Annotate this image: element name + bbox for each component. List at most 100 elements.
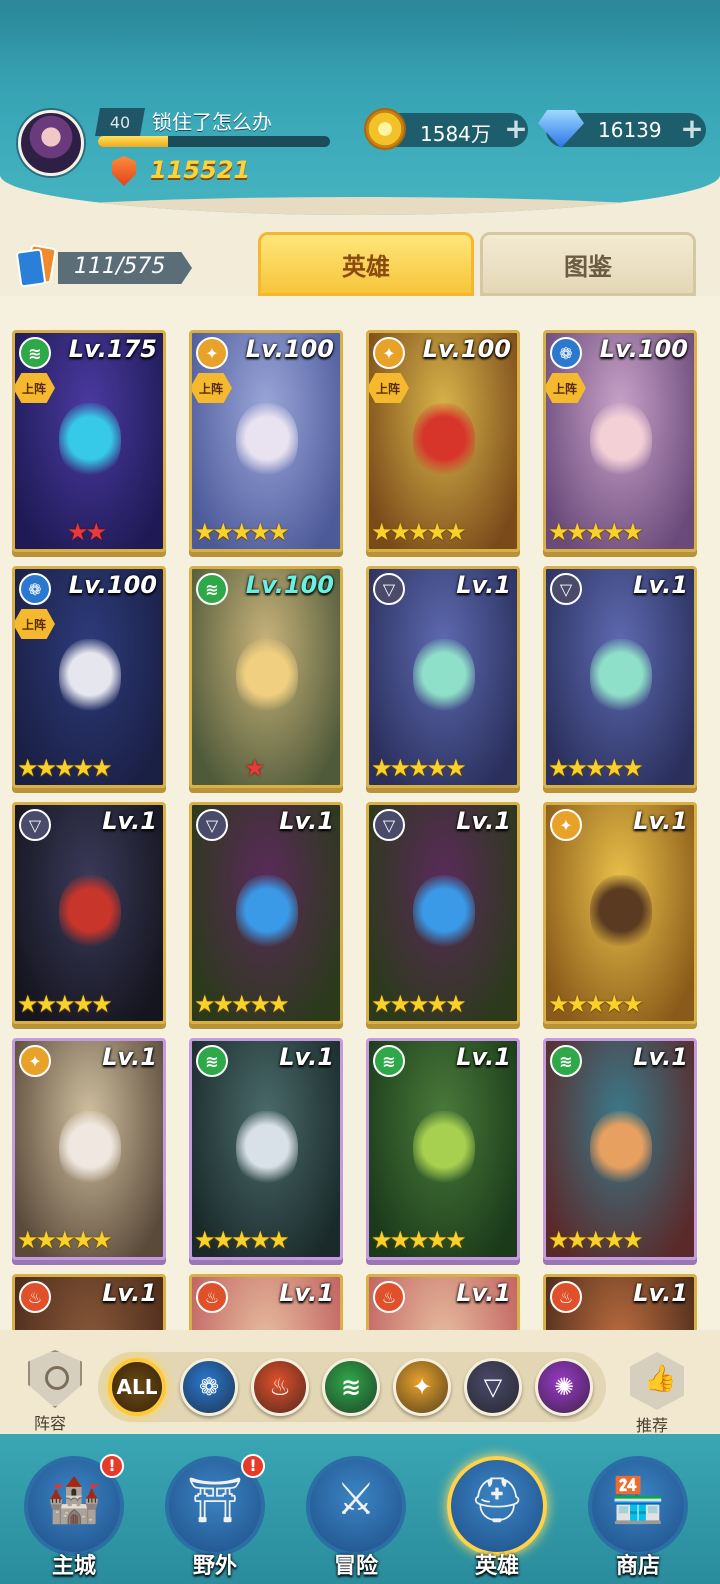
hero-level: Lv.100	[599, 335, 688, 363]
hero-card[interactable]: ✦ Lv.1 ★★★★★	[12, 1038, 166, 1260]
hero-card[interactable]: ❁ Lv.100 上阵 ★★★★★	[543, 330, 697, 552]
gold-coin-icon	[364, 108, 406, 150]
light-faction-icon: ✦	[373, 337, 405, 369]
star-rating: ★★★★★	[371, 990, 467, 1018]
light-filter-icon[interactable]: ✦	[393, 1358, 451, 1416]
light-faction-icon: ✦	[19, 1045, 51, 1077]
hero-card[interactable]: ♨ Lv.1	[12, 1274, 166, 1330]
hero-card[interactable]: ♨ Lv.1	[189, 1274, 343, 1330]
tab-heroes[interactable]: 英雄	[258, 232, 474, 296]
hero-card[interactable]: ▽ Lv.1 ★★★★★	[366, 802, 520, 1024]
nav-helmet[interactable]: ⛑ 英雄	[437, 1446, 557, 1584]
light-faction-icon: ✦	[196, 337, 228, 369]
lineup-button[interactable]: 阵容	[20, 1350, 88, 1433]
hero-card[interactable]: ≋ Lv.1 ★★★★★	[366, 1038, 520, 1260]
wind-filter-icon[interactable]: ≋	[322, 1358, 380, 1416]
castle-icon: 🏰	[46, 1475, 102, 1526]
hero-card[interactable]: ▽ Lv.1 ★★★★★	[366, 566, 520, 788]
xp-bar-fill	[98, 136, 168, 147]
thumbs-up-icon: 👍	[630, 1352, 684, 1410]
light-faction-icon: ✦	[550, 809, 582, 841]
gem-value: 16139	[598, 118, 662, 142]
lineup-label: 阵容	[34, 1414, 67, 1433]
deployed-badge: 上阵	[15, 609, 55, 639]
hero-card[interactable]: ♨ Lv.1	[543, 1274, 697, 1330]
star-rating: ★★★★★	[194, 990, 290, 1018]
hero-card[interactable]: ≋ Lv.1 ★★★★★	[543, 1038, 697, 1260]
deployed-badge: 上阵	[15, 373, 55, 403]
add-gems-button[interactable]: +	[679, 115, 705, 143]
star-rating: ★★★★★	[548, 518, 644, 546]
nav-label: 冒险	[333, 1554, 378, 1579]
fire-faction-icon: ♨	[373, 1281, 405, 1313]
hero-card[interactable]: ❁ Lv.100 上阵 ★★★★★	[12, 566, 166, 788]
alert-badge-icon: !	[241, 1454, 265, 1478]
power-value: 115521	[150, 156, 251, 184]
hero-level: Lv.1	[102, 807, 157, 835]
star-rating: ★★★★★	[194, 1226, 290, 1254]
dark-filter-icon[interactable]: ▽	[464, 1358, 522, 1416]
hero-card[interactable]: ≋ Lv.100 ★	[189, 566, 343, 788]
wind-faction-icon: ≋	[550, 1045, 582, 1077]
star-rating: ★★★★★	[17, 754, 113, 782]
wind-faction-icon: ≋	[373, 1045, 405, 1077]
hero-card[interactable]: ✦ Lv.100 上阵 ★★★★★	[366, 330, 520, 552]
hero-card[interactable]: ▽ Lv.1 ★★★★★	[189, 802, 343, 1024]
recommend-button[interactable]: 👍 推荐	[622, 1352, 690, 1435]
nav-portal[interactable]: ⛩ 野外!	[155, 1446, 275, 1584]
nav-shop[interactable]: 🏪 商店	[578, 1446, 698, 1584]
water-faction-icon: ❁	[19, 573, 51, 605]
hero-card[interactable]: ≋ Lv.1 ★★★★★	[189, 1038, 343, 1260]
dark-faction-icon: ▽	[373, 573, 405, 605]
water-faction-icon: ❁	[550, 337, 582, 369]
hero-card[interactable]: ♨ Lv.1	[366, 1274, 520, 1330]
star-rating: ★★★★★	[194, 518, 290, 546]
nav-sword[interactable]: ⚔ 冒险	[296, 1446, 416, 1584]
player-name: 锁住了怎么办	[152, 110, 272, 134]
hero-level: Lv.1	[633, 571, 688, 599]
tab-codex[interactable]: 图鉴	[480, 232, 696, 296]
star-rating: ★★★★★	[17, 1226, 113, 1254]
nav-label: 野外	[192, 1554, 237, 1579]
star-rating: ★★★★★	[548, 754, 644, 782]
fire-faction-icon: ♨	[550, 1281, 582, 1313]
recommend-label: 推荐	[636, 1416, 669, 1435]
deployed-badge: 上阵	[369, 373, 409, 403]
hero-level: Lv.100	[422, 335, 511, 363]
hero-level: Lv.1	[279, 807, 334, 835]
star-rating: ★★★★★	[17, 990, 113, 1018]
hero-level: Lv.175	[68, 335, 157, 363]
filter-all[interactable]: ALL	[108, 1358, 166, 1416]
star-rating: ★★★★★	[548, 990, 644, 1018]
chaos-filter-icon[interactable]: ✺	[535, 1358, 593, 1416]
gold-value: 1584万	[420, 122, 491, 146]
alert-badge-icon: !	[100, 1454, 124, 1478]
card-back-blue	[15, 248, 47, 288]
hero-level: Lv.100	[245, 335, 334, 363]
hero-level: Lv.1	[456, 1279, 511, 1307]
fire-faction-icon: ♨	[19, 1281, 51, 1313]
hero-card[interactable]: ≋ Lv.175 上阵 ★★	[12, 330, 166, 552]
hero-cards-icon	[15, 244, 60, 288]
hero-card[interactable]: ✦ Lv.1 ★★★★★	[543, 802, 697, 1024]
hero-level: Lv.1	[633, 807, 688, 835]
portal-icon: ⛩	[187, 1475, 243, 1526]
star-rating: ★★★★★	[371, 754, 467, 782]
nav-castle[interactable]: 🏰 主城!	[14, 1446, 134, 1584]
hero-card[interactable]: ✦ Lv.100 上阵 ★★★★★	[189, 330, 343, 552]
nav-label: 英雄	[474, 1554, 519, 1579]
player-avatar[interactable]	[18, 110, 84, 176]
dark-faction-icon: ▽	[19, 809, 51, 841]
fire-filter-icon[interactable]: ♨	[251, 1358, 309, 1416]
water-filter-icon[interactable]: ❁	[180, 1358, 238, 1416]
player-level: 40	[95, 108, 145, 136]
hero-card[interactable]: ▽ Lv.1 ★★★★★	[543, 566, 697, 788]
hero-card[interactable]: ▽ Lv.1 ★★★★★	[12, 802, 166, 1024]
deployed-badge: 上阵	[546, 373, 586, 403]
hero-level: Lv.1	[456, 1043, 511, 1071]
hero-level: Lv.100	[68, 571, 157, 599]
lineup-shield-icon	[28, 1350, 82, 1408]
add-gold-button[interactable]: +	[503, 115, 529, 143]
hero-grid: ≋ Lv.175 上阵 ★★ ✦ Lv.100 上阵 ★★★★★ ✦ Lv.100 上阵 ★★★★★ ❁…	[0, 296, 720, 1330]
hero-level: Lv.1	[279, 1279, 334, 1307]
